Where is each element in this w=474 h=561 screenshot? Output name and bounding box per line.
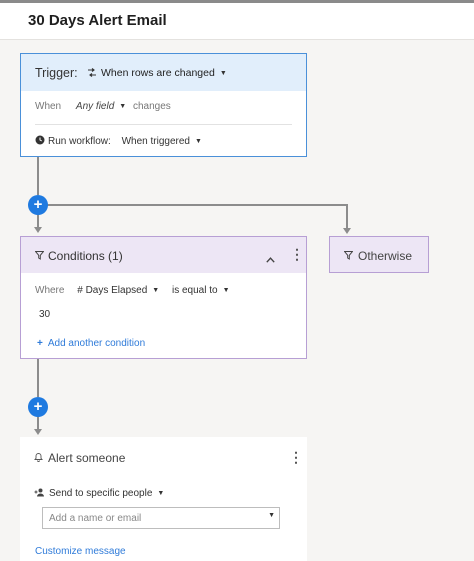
condition-field-select[interactable]: # Days Elapsed ▼ bbox=[77, 285, 159, 296]
condition-rule-row: Where # Days Elapsed ▼ is equal to ▼ bbox=[35, 285, 230, 296]
add-step-button[interactable]: + bbox=[28, 195, 48, 215]
trigger-label: Trigger: bbox=[35, 66, 78, 80]
conditions-title: Conditions (1) bbox=[48, 249, 123, 263]
chevron-down-icon: ▼ bbox=[152, 287, 160, 294]
trigger-field-row: When Any field ▼ changes bbox=[35, 101, 171, 112]
more-options-icon[interactable]: ⋮ bbox=[290, 247, 304, 261]
customize-message-link[interactable]: Customize message bbox=[35, 546, 126, 557]
recipient-input[interactable]: ▼ bbox=[42, 507, 280, 529]
connector-arrow bbox=[34, 227, 42, 233]
conditions-header: Conditions (1) ⋮ bbox=[21, 237, 306, 273]
trigger-event-value: When rows are changed bbox=[101, 67, 215, 79]
clock-icon bbox=[35, 135, 45, 145]
add-step-button[interactable]: + bbox=[28, 397, 48, 417]
condition-value[interactable]: 30 bbox=[39, 309, 50, 320]
run-workflow-label: Run workflow: bbox=[48, 136, 111, 147]
alert-card[interactable]: Alert someone ⋮ Send to specific people ▼… bbox=[20, 437, 307, 561]
chevron-down-icon[interactable]: ▼ bbox=[268, 512, 275, 519]
run-workflow-value: When triggered bbox=[121, 136, 190, 147]
bell-icon bbox=[34, 453, 43, 462]
connector-arrow bbox=[343, 228, 351, 234]
add-condition-label: Add another condition bbox=[47, 338, 146, 349]
chevron-down-icon: ▼ bbox=[194, 138, 202, 145]
condition-field-value: # Days Elapsed bbox=[77, 285, 148, 296]
condition-operator-select[interactable]: is equal to ▼ bbox=[172, 285, 230, 296]
refresh-rows-icon bbox=[88, 68, 96, 77]
conditions-card[interactable]: Conditions (1) ⋮ Where # Days Elapsed ▼ i… bbox=[20, 236, 307, 359]
more-options-icon[interactable]: ⋮ bbox=[289, 450, 303, 464]
divider bbox=[35, 124, 292, 125]
run-workflow-row: Run workflow: When triggered ▼ bbox=[35, 135, 202, 147]
page-header: 30 Days Alert Email bbox=[0, 3, 474, 40]
collapse-chevron-up-icon[interactable] bbox=[266, 250, 275, 268]
add-condition-link[interactable]: + Add another condition bbox=[37, 338, 145, 349]
otherwise-card[interactable]: Otherwise bbox=[329, 236, 429, 273]
alert-title-wrap: Alert someone bbox=[34, 451, 125, 465]
field-select[interactable]: Any field ▼ bbox=[76, 101, 126, 112]
field-value: Any field bbox=[75, 101, 115, 112]
recipient-type-value: Send to specific people bbox=[49, 488, 153, 499]
changes-label: changes bbox=[132, 101, 171, 112]
add-person-icon bbox=[34, 488, 44, 497]
connector-line bbox=[37, 214, 39, 228]
condition-operator-value: is equal to bbox=[172, 285, 218, 296]
trigger-header: Trigger: When rows are changed ▼ bbox=[21, 54, 306, 91]
branch-line bbox=[346, 204, 348, 229]
trigger-card[interactable]: Trigger: When rows are changed ▼ When Any… bbox=[20, 53, 307, 157]
filter-icon bbox=[35, 251, 44, 260]
otherwise-label: Otherwise bbox=[358, 249, 413, 263]
chevron-down-icon: ▼ bbox=[222, 287, 230, 294]
chevron-down-icon: ▼ bbox=[157, 490, 165, 497]
connector-line bbox=[37, 359, 39, 397]
chevron-down-icon: ▼ bbox=[219, 70, 227, 77]
run-workflow-select[interactable]: When triggered ▼ bbox=[122, 136, 202, 147]
recipient-input-field[interactable] bbox=[49, 511, 249, 525]
filter-icon bbox=[344, 251, 353, 260]
conditions-title-wrap: Conditions (1) bbox=[35, 249, 123, 263]
recipient-type-select[interactable]: Send to specific people ▼ bbox=[34, 488, 164, 499]
branch-line bbox=[47, 204, 347, 206]
connector-line bbox=[37, 157, 39, 195]
connector-line bbox=[37, 416, 39, 430]
plus-icon: + bbox=[37, 338, 43, 349]
when-label: When bbox=[35, 101, 62, 112]
otherwise-title-wrap: Otherwise bbox=[344, 249, 412, 263]
connector-arrow bbox=[34, 429, 42, 435]
where-label: Where bbox=[35, 285, 65, 296]
page-title: 30 Days Alert Email bbox=[28, 12, 167, 29]
chevron-down-icon: ▼ bbox=[119, 103, 127, 110]
alert-title: Alert someone bbox=[48, 451, 126, 465]
trigger-event-select[interactable]: When rows are changed ▼ bbox=[87, 67, 227, 79]
